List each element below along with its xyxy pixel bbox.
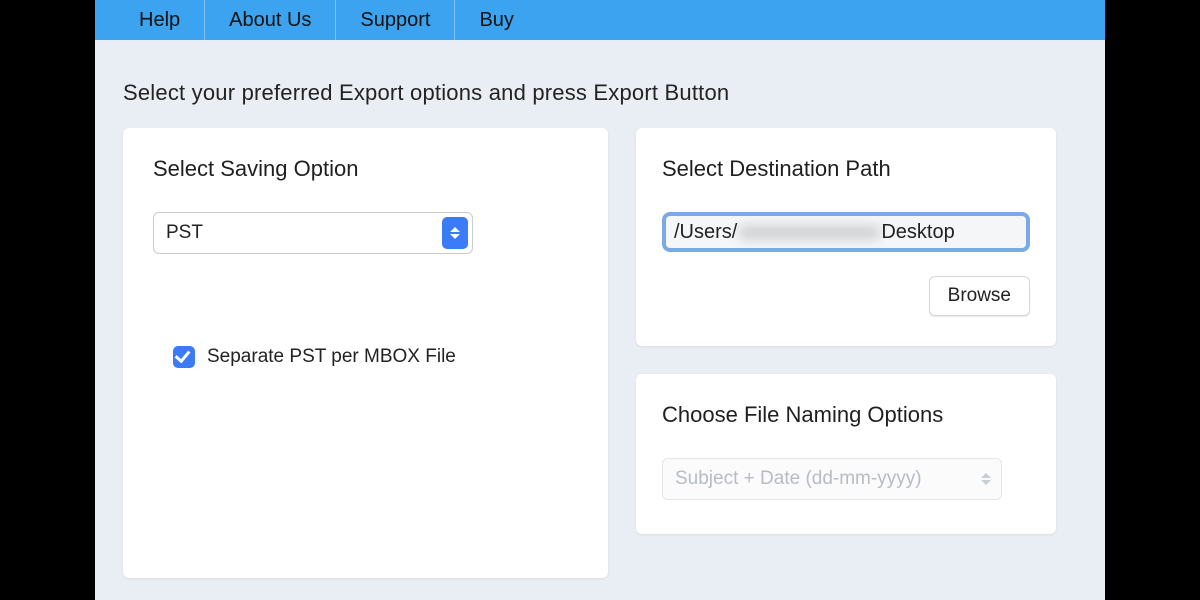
toolbar-item-help[interactable]: Help: [115, 0, 205, 40]
instructions-text: Select your preferred Export options and…: [123, 80, 1077, 106]
checkbox-icon: [173, 346, 195, 368]
path-suffix: Desktop: [881, 221, 954, 244]
path-redacted: xxxxxxxxxxxxxx: [737, 221, 881, 244]
file-naming-select: Subject + Date (dd-mm-yyyy): [662, 458, 1002, 500]
content-area: Select your preferred Export options and…: [95, 40, 1105, 600]
file-naming-value: Subject + Date (dd-mm-yyyy): [675, 468, 922, 490]
saving-option-title: Select Saving Option: [153, 156, 578, 182]
up-down-icon: [442, 217, 468, 249]
saving-format-value: PST: [166, 222, 203, 244]
toolbar: Help About Us Support Buy: [95, 0, 1105, 40]
saving-option-card: Select Saving Option PST Separate PST pe…: [123, 128, 608, 578]
separate-pst-option[interactable]: Separate PST per MBOX File: [173, 346, 578, 368]
browse-button[interactable]: Browse: [929, 276, 1030, 316]
destination-path-card: Select Destination Path /Users/xxxxxxxxx…: [636, 128, 1056, 346]
file-naming-card: Choose File Naming Options Subject + Dat…: [636, 374, 1056, 534]
saving-format-select[interactable]: PST: [153, 212, 473, 254]
destination-title: Select Destination Path: [662, 156, 1030, 182]
options-grid: Select Saving Option PST Separate PST pe…: [123, 128, 1077, 578]
path-prefix: /Users/: [674, 221, 737, 244]
destination-path-input[interactable]: /Users/xxxxxxxxxxxxxxDesktop: [662, 212, 1030, 252]
separate-pst-label: Separate PST per MBOX File: [207, 346, 456, 368]
toolbar-item-about-us[interactable]: About Us: [205, 0, 336, 40]
up-down-icon: [981, 459, 991, 499]
toolbar-item-support[interactable]: Support: [336, 0, 455, 40]
toolbar-item-buy[interactable]: Buy: [455, 0, 537, 40]
file-naming-title: Choose File Naming Options: [662, 402, 1030, 428]
app-window: Help About Us Support Buy Select your pr…: [95, 0, 1105, 600]
